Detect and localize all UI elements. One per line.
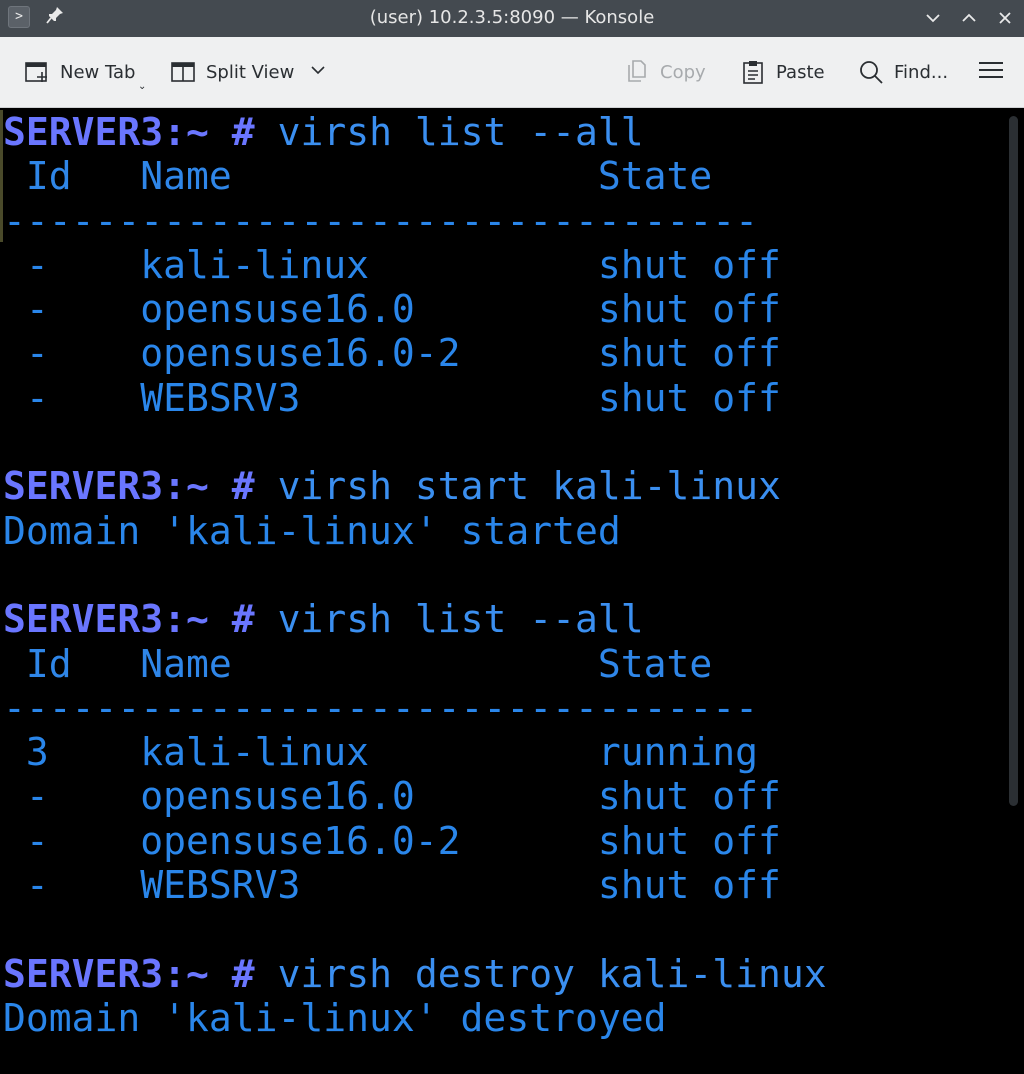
prompt-tail: :~ # — [163, 951, 255, 996]
split-view-button[interactable]: Split View — [170, 37, 326, 107]
prompt-tail: :~ # — [163, 597, 255, 642]
new-tab-button[interactable]: New Tab ⌄ — [24, 37, 146, 107]
command-text: virsh start kali-linux — [277, 464, 781, 509]
find-label: Find... — [894, 61, 949, 83]
search-icon — [858, 59, 884, 85]
prompt-line: SERVER3:~ # virsh list --all — [3, 110, 827, 154]
close-button[interactable] — [992, 5, 1018, 31]
table-row: - opensuse16.0-2 shut off — [3, 818, 781, 863]
maximize-button[interactable] — [956, 5, 982, 31]
prompt-host: SERVER3 — [3, 951, 164, 996]
command-output: Domain 'kali-linux' started — [3, 508, 621, 553]
terminal-app-icon[interactable]: > — [8, 6, 30, 28]
prompt-host: SERVER3 — [3, 464, 164, 509]
table-row: - opensuse16.0-2 shut off — [3, 331, 781, 376]
hamburger-menu-button[interactable] — [978, 37, 1004, 107]
table-row: - WEBSRV3 shut off — [3, 375, 781, 420]
title-bar[interactable]: > (user) 10.2.3.5:8090 — Konsole — [0, 0, 1024, 37]
minimize-button[interactable] — [920, 5, 946, 31]
command-text: virsh destroy kali-linux — [277, 951, 827, 996]
table-separator: --------------------------------- — [3, 198, 758, 243]
table-row: 3 kali-linux running — [3, 730, 758, 775]
prompt-line: SERVER3:~ # virsh list --all — [3, 597, 827, 641]
table-row: - opensuse16.0 shut off — [3, 774, 781, 819]
copy-label: Copy — [660, 61, 706, 83]
toolbar: New Tab ⌄ Split View Copy Paste Find... — [0, 37, 1024, 108]
split-view-icon — [170, 59, 196, 85]
table-header: Id Name State — [3, 641, 713, 686]
table-separator: --------------------------------- — [3, 685, 758, 730]
prompt-host: SERVER3 — [3, 597, 164, 642]
pin-icon[interactable] — [44, 6, 66, 28]
konsole-window: > (user) 10.2.3.5:8090 — Konsole New Tab… — [0, 0, 1024, 1074]
prompt-tail: :~ # — [163, 110, 255, 154]
vertical-scrollbar[interactable] — [1004, 108, 1024, 1074]
table-header: Id Name State — [3, 154, 713, 199]
terminal-text: SERVER3:~ # virsh list --all Id Name Sta… — [3, 110, 827, 1040]
table-row: - kali-linux shut off — [3, 242, 781, 287]
table-row: - WEBSRV3 shut off — [3, 863, 781, 908]
new-tab-icon — [24, 59, 50, 85]
chevron-down-icon[interactable] — [310, 62, 326, 83]
hamburger-menu-icon — [978, 57, 1004, 88]
find-button[interactable]: Find... — [858, 37, 948, 107]
split-view-label: Split View — [206, 61, 295, 83]
new-tab-label: New Tab — [60, 61, 136, 83]
scrollbar-thumb[interactable] — [1009, 116, 1018, 806]
prompt-host: SERVER3 — [3, 110, 164, 154]
command-output: Domain 'kali-linux' destroyed — [3, 995, 667, 1040]
prompt-line: SERVER3:~ # virsh start kali-linux — [3, 464, 827, 508]
command-text: virsh list --all — [277, 110, 644, 154]
copy-button[interactable]: Copy — [624, 37, 706, 107]
table-row: - opensuse16.0 shut off — [3, 287, 781, 332]
paste-button[interactable]: Paste — [740, 37, 825, 107]
paste-icon — [740, 59, 766, 85]
line-marker — [0, 110, 3, 242]
command-text: virsh list --all — [277, 597, 644, 642]
prompt-line: SERVER3:~ # virsh destroy kali-linux — [3, 952, 827, 996]
paste-label: Paste — [776, 61, 825, 83]
prompt-tail: :~ # — [163, 464, 255, 509]
new-tab-dropdown-icon[interactable]: ⌄ — [138, 81, 146, 92]
copy-icon — [624, 59, 650, 85]
terminal-output[interactable]: SERVER3:~ # virsh list --all Id Name Sta… — [0, 108, 1024, 1074]
window-title: (user) 10.2.3.5:8090 — Konsole — [369, 7, 655, 28]
